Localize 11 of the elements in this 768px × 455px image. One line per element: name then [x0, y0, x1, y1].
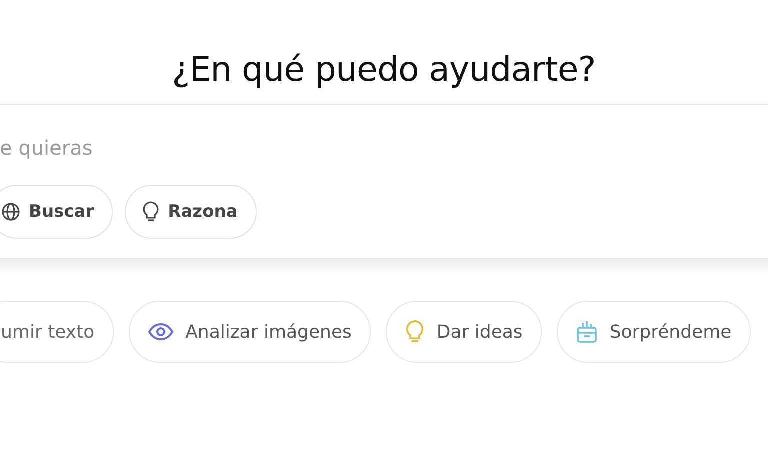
tool-button[interactable]: Buscar — [0, 185, 114, 239]
prompt-box[interactable]: e quieras Buscar Razona — [0, 104, 768, 258]
suggestion-chip[interactable]: Analizar imágenes — [128, 301, 371, 363]
suggestion-chip[interactable]: Dar ideas — [386, 301, 542, 363]
prompt-input[interactable]: e quieras — [0, 135, 400, 161]
page-heading: ¿En qué puedo ayudarte? — [171, 49, 597, 92]
suggestion-chip[interactable]: Sorpréndeme — [556, 301, 751, 363]
suggestion-chip[interactable]: umir texto — [0, 301, 114, 363]
tool-button[interactable]: Razona — [125, 185, 257, 239]
globe-icon — [1, 202, 21, 222]
lightbulb-icon — [142, 201, 160, 223]
